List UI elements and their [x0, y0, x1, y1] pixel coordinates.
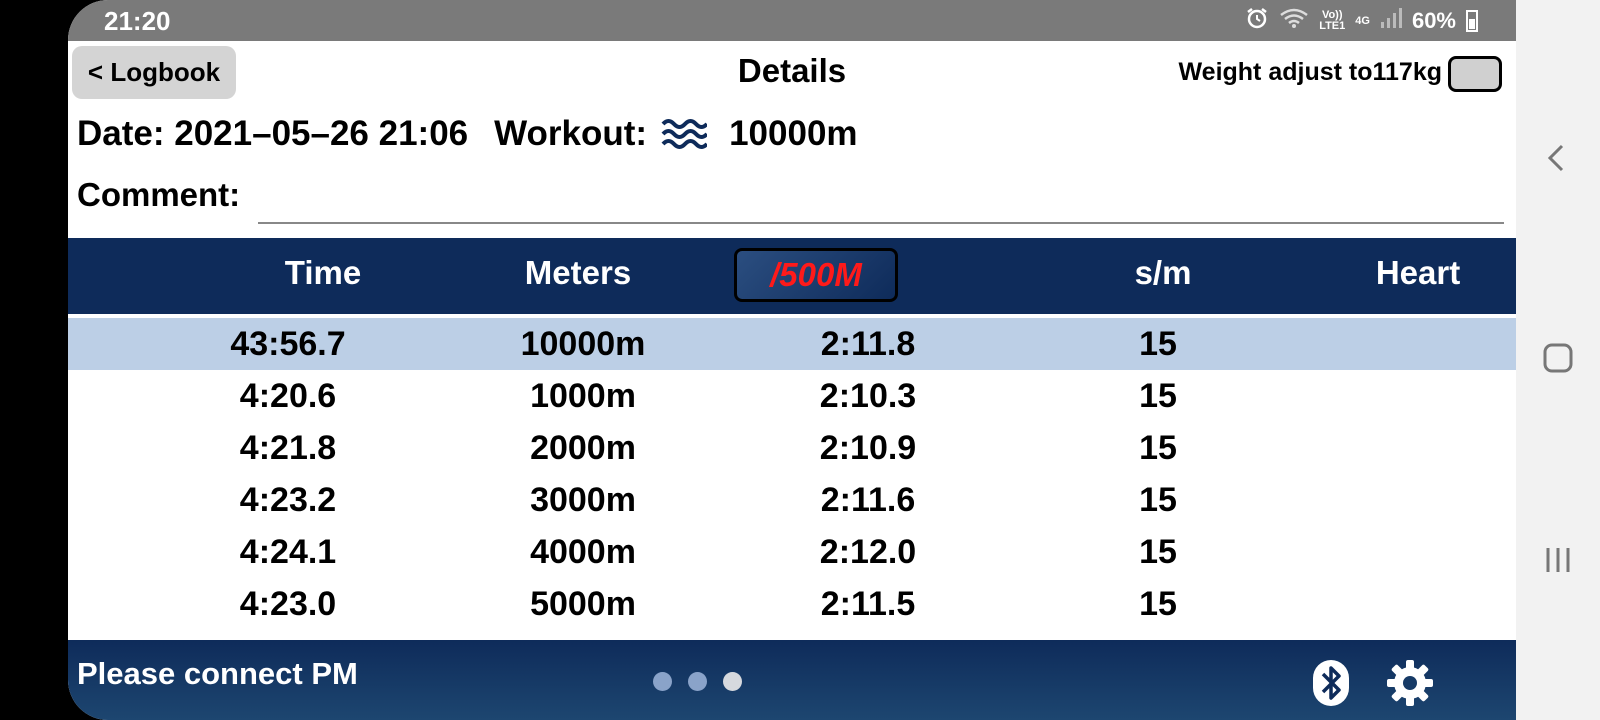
cell-spm: 15 — [1139, 377, 1177, 415]
cell-time: 4:21.8 — [239, 429, 337, 467]
table-header: Time Meters /500M s/m Heart — [68, 238, 1516, 314]
cell-pace: 2:11.5 — [820, 585, 916, 623]
android-nav-bar — [1516, 0, 1600, 720]
date-label: Date: 2021–05–26 21:06 — [77, 114, 469, 153]
weight-adjust-toggle[interactable] — [1448, 56, 1502, 92]
alarm-icon — [1245, 6, 1269, 36]
connection-status: Please connect PM — [77, 656, 358, 691]
cell-time: 43:56.7 — [230, 325, 346, 363]
comment-label: Comment: — [77, 176, 241, 213]
table-row[interactable]: 4:24.1 4000m 2:12.0 15 — [68, 526, 1516, 578]
cell-pace: 2:11.8 — [820, 325, 916, 363]
column-header-meters[interactable]: Meters — [498, 254, 658, 292]
cell-meters: 4000m — [530, 533, 636, 571]
table-row-total[interactable]: 43:56.7 10000m 2:11.8 15 — [68, 318, 1516, 370]
cell-spm: 15 — [1139, 325, 1177, 363]
status-icons: Vo)) LTE1 4G 60% — [1245, 6, 1478, 36]
cell-time: 4:24.1 — [239, 533, 337, 571]
column-header-spm[interactable]: s/m — [1123, 254, 1203, 292]
cell-meters: 5000m — [530, 585, 636, 623]
cell-spm: 15 — [1139, 585, 1177, 623]
page-dot-active[interactable] — [723, 672, 742, 691]
workout-label: Workout: — [494, 114, 648, 153]
status-bar: 21:20 Vo)) LTE1 4G 60% — [68, 0, 1516, 41]
lte-label: LTE1 — [1319, 20, 1346, 32]
workout-info: Date: 2021–05–26 21:06 Workout: 10000m — [77, 114, 858, 154]
wifi-icon — [1279, 7, 1309, 35]
waves-icon — [661, 119, 708, 149]
page-dot[interactable] — [688, 672, 707, 691]
signal-icon — [1380, 8, 1402, 34]
table-row[interactable]: 4:23.0 5000m 2:11.5 15 — [68, 578, 1516, 630]
home-icon[interactable] — [1538, 338, 1578, 378]
cell-time: 4:23.2 — [239, 481, 337, 519]
recents-icon[interactable] — [1538, 540, 1578, 580]
cell-pace: 2:10.3 — [819, 377, 917, 415]
workout-value: 10000m — [729, 114, 858, 153]
bluetooth-icon[interactable] — [1313, 660, 1349, 706]
weight-adjust-label: Weight adjust to117kg — [1178, 58, 1442, 86]
cell-pace: 2:11.6 — [820, 481, 916, 519]
table-row[interactable]: 4:23.2 3000m 2:11.6 15 — [68, 474, 1516, 526]
back-icon[interactable] — [1538, 138, 1578, 178]
cell-time: 4:23.0 — [239, 585, 337, 623]
comment-input[interactable] — [258, 180, 1504, 224]
cell-pace: 2:12.0 — [819, 533, 917, 571]
gear-icon[interactable] — [1385, 658, 1435, 708]
pace-unit-toggle[interactable]: /500M — [734, 248, 898, 302]
page-indicator — [653, 672, 742, 691]
column-header-heart[interactable]: Heart — [1368, 254, 1468, 292]
cell-spm: 15 — [1139, 481, 1177, 519]
cell-time: 4:20.6 — [239, 377, 337, 415]
cell-meters: 2000m — [530, 429, 636, 467]
cell-meters: 10000m — [520, 325, 646, 363]
column-header-time[interactable]: Time — [253, 254, 393, 292]
battery-icon — [1466, 10, 1478, 32]
status-time: 21:20 — [104, 6, 171, 36]
app-screen: 21:20 Vo)) LTE1 4G 60% < Logbook Details… — [68, 0, 1516, 720]
cell-meters: 3000m — [530, 481, 636, 519]
cell-spm: 15 — [1139, 533, 1177, 571]
cell-spm: 15 — [1139, 429, 1177, 467]
bottom-bar: Please connect PM — [68, 640, 1516, 720]
network-type: 4G — [1355, 14, 1370, 27]
volte-indicator: Vo)) LTE1 — [1319, 10, 1345, 32]
cell-meters: 1000m — [530, 377, 636, 415]
table-row[interactable]: 4:20.6 1000m 2:10.3 15 — [68, 370, 1516, 422]
battery-percent: 60% — [1411, 8, 1456, 33]
table-row[interactable]: 4:21.8 2000m 2:10.9 15 — [68, 422, 1516, 474]
page-dot[interactable] — [653, 672, 672, 691]
cell-pace: 2:10.9 — [819, 429, 917, 467]
